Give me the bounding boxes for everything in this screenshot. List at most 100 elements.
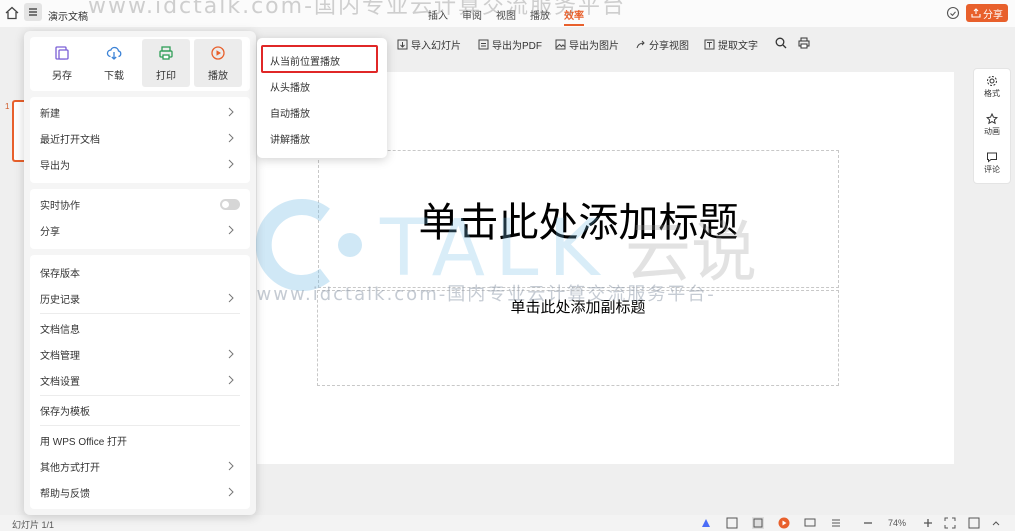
save-as-button[interactable]: 另存 [38, 37, 86, 91]
menu-item-save-version-label: 保存版本 [40, 268, 80, 280]
play-icon[interactable] [778, 517, 790, 529]
home-icon[interactable] [4, 5, 20, 21]
chevron-right-icon [228, 107, 234, 117]
menu-item-realtime-collab[interactable]: 实时协作 [40, 193, 240, 215]
title-placeholder[interactable]: 单击此处添加标题 [318, 150, 839, 288]
share-button[interactable]: 分享 [966, 4, 1008, 22]
import-slides-label: 导入幻灯片 [411, 41, 461, 52]
narrated-play[interactable]: 讲解播放 [270, 131, 310, 146]
collapse-icon[interactable] [990, 517, 1002, 529]
image-icon [555, 39, 566, 50]
export-image-label: 导出为图片 [569, 41, 619, 52]
menu-divider [40, 313, 240, 314]
share-icon [971, 8, 981, 18]
download-button[interactable]: 下载 [90, 37, 138, 91]
menu-group-collab: 实时协作 分享 [30, 189, 250, 249]
menu-item-doc-settings[interactable]: 文档设置 [40, 369, 240, 391]
menu-item-new-label: 新建 [40, 108, 60, 120]
menu-item-doc-info-label: 文档信息 [40, 324, 80, 336]
chevron-right-icon [228, 225, 234, 235]
menu-item-open-other[interactable]: 其他方式打开 [40, 455, 240, 477]
menu-item-doc-manage-label: 文档管理 [40, 350, 80, 362]
menu-item-save-template-label: 保存为模板 [40, 406, 90, 418]
hamburger-icon [29, 8, 37, 16]
chevron-right-icon [228, 461, 234, 471]
document-name[interactable]: 演示文稿 [48, 8, 88, 23]
menu-item-doc-manage[interactable]: 文档管理 [40, 343, 240, 365]
beautify-icon[interactable] [700, 517, 712, 529]
zoom-out-icon[interactable] [862, 517, 874, 529]
normal-view-icon[interactable] [752, 517, 764, 529]
play-from-current[interactable]: 从当前位置播放 [270, 53, 340, 68]
search-icon[interactable] [775, 37, 787, 49]
format-label: 格式 [984, 89, 1000, 98]
watermark-top-line: www.idctalk.com-国内专业云计算交流服务平台 [88, 0, 627, 19]
comment-label: 评论 [984, 165, 1000, 174]
watermark-url: -www.idctalk.com-国内专业云计算交流服务平台- [248, 284, 716, 305]
quick-actions: 另存 下载 打印 播放 [30, 37, 250, 91]
share-view-icon [636, 40, 645, 49]
menu-item-save-template[interactable]: 保存为模板 [40, 399, 240, 421]
menu-item-help[interactable]: 帮助与反馈 [40, 481, 240, 503]
chevron-right-icon [228, 487, 234, 497]
share-view-button[interactable]: 分享视图 [635, 37, 689, 52]
list-icon[interactable] [830, 517, 842, 529]
import-slides-button[interactable]: 导入幻灯片 [397, 37, 461, 52]
fullscreen-icon[interactable] [968, 517, 980, 529]
title-placeholder-text: 单击此处添加标题 [418, 200, 739, 246]
realtime-collab-toggle[interactable] [220, 199, 240, 210]
print-button[interactable]: 打印 [142, 39, 190, 87]
comment-panel-button[interactable]: 评论 [974, 151, 1010, 175]
menu-item-doc-info[interactable]: 文档信息 [40, 317, 240, 339]
animation-label: 动画 [984, 127, 1000, 136]
play-from-start[interactable]: 从头播放 [270, 79, 310, 94]
auto-play[interactable]: 自动播放 [270, 105, 310, 120]
pdf-icon [478, 39, 489, 50]
menu-item-open-other-label: 其他方式打开 [40, 462, 100, 474]
chevron-right-icon [228, 349, 234, 359]
export-image-button[interactable]: 导出为图片 [555, 37, 619, 52]
share-view-label: 分享视图 [649, 41, 689, 52]
zoom-in-icon[interactable] [922, 517, 934, 529]
main-menu-button[interactable] [24, 3, 42, 21]
print-label: 打印 [156, 71, 176, 82]
play-button[interactable]: 播放 [194, 39, 242, 87]
slide-number: 1 [5, 102, 10, 111]
print-icon[interactable] [798, 37, 810, 49]
chevron-right-icon [228, 293, 234, 303]
chevron-right-icon [228, 375, 234, 385]
play-submenu: 从当前位置播放 从头播放 自动播放 讲解播放 [257, 38, 387, 158]
save-as-label: 另存 [52, 71, 72, 82]
menu-item-doc-settings-label: 文档设置 [40, 376, 80, 388]
menu-item-export-label: 导出为 [40, 160, 70, 172]
animation-panel-button[interactable]: 动画 [974, 113, 1010, 137]
menu-item-share-label: 分享 [40, 226, 60, 238]
export-pdf-label: 导出为PDF [492, 41, 542, 52]
menu-item-history[interactable]: 历史记录 [40, 287, 240, 309]
cloud-sync-icon[interactable] [946, 6, 960, 20]
gear-icon [987, 76, 997, 86]
share-label: 分享 [983, 9, 1003, 21]
format-panel-button[interactable]: 格式 [974, 75, 1010, 99]
menu-item-save-version[interactable]: 保存版本 [40, 261, 240, 283]
menu-item-open-wps[interactable]: 用 WPS Office 打开 [40, 429, 240, 451]
fit-window-icon[interactable] [944, 517, 956, 529]
play-circle-icon [211, 46, 225, 60]
comment-view-icon[interactable] [804, 517, 816, 529]
menu-item-history-label: 历史记录 [40, 294, 80, 306]
extract-text-button[interactable]: 提取文字 [704, 37, 758, 52]
save-as-icon [55, 46, 69, 60]
printer-icon [159, 46, 173, 60]
menu-item-share[interactable]: 分享 [40, 219, 240, 241]
menu-item-new[interactable]: 新建 [40, 101, 240, 123]
menu-item-export[interactable]: 导出为 [40, 153, 240, 175]
zoom-level[interactable]: 74% [888, 518, 906, 528]
import-icon [397, 39, 408, 50]
file-menu: 另存 下载 打印 播放 新建 最近打开文档 导出为 实时协作 分享 保存版本 历… [24, 31, 256, 515]
menu-item-recent[interactable]: 最近打开文档 [40, 127, 240, 149]
menu-group-document: 保存版本 历史记录 文档信息 文档管理 文档设置 保存为模板 用 WPS Off… [30, 255, 250, 509]
export-pdf-button[interactable]: 导出为PDF [478, 37, 542, 52]
comment-icon [987, 152, 997, 163]
download-label: 下载 [104, 71, 124, 82]
notes-icon[interactable] [726, 517, 738, 529]
